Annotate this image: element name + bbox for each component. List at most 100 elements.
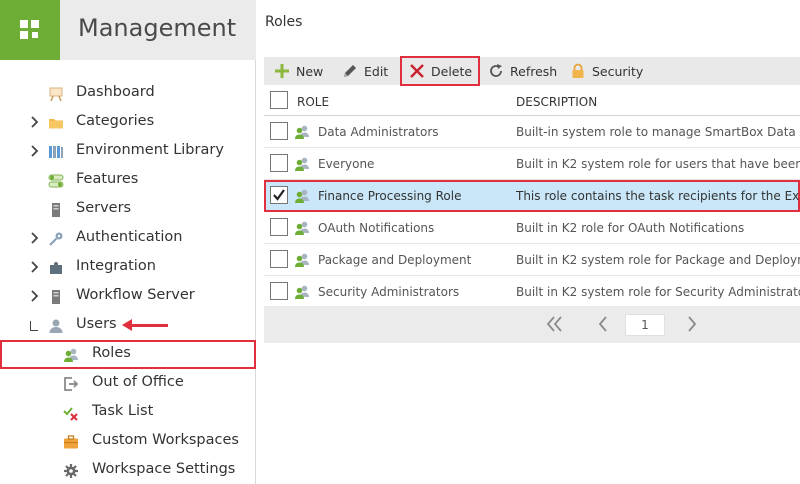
roles-icon [63,347,79,363]
app-title: Management [78,14,237,42]
gear-icon [63,463,79,479]
chevron-right-icon[interactable] [30,116,40,128]
role-description: Built-in system role to manage SmartBox … [516,125,800,139]
page-title: Roles [265,14,303,30]
table-row-selected[interactable]: Finance Processing Role This role contai… [264,180,800,212]
new-button[interactable]: New [274,57,323,85]
pencil-icon [342,63,358,79]
delete-button-label: Delete [431,63,473,79]
row-checkbox[interactable] [270,154,288,172]
role-description: Built in K2 system role for Security Adm… [516,285,800,299]
row-checkbox[interactable] [270,218,288,236]
chevron-right-icon[interactable] [30,145,40,157]
role-name: OAuth Notifications [318,221,435,235]
role-icon [294,124,310,140]
table-row[interactable]: Everyone Built in K2 system role for use… [264,148,800,180]
refresh-button-label: Refresh [510,63,558,79]
sidebar-item-label: Users [76,316,117,332]
role-icon [294,220,310,236]
column-header-description[interactable]: DESCRIPTION [516,95,597,109]
chevron-right-icon[interactable] [30,232,40,244]
app-header: Management [0,0,256,60]
toggle-icon [48,173,64,189]
delete-x-icon [409,63,425,79]
key-icon [48,231,64,247]
refresh-icon [488,63,504,79]
sidebar-item-task-list[interactable]: Task List [0,398,256,427]
refresh-button[interactable]: Refresh [488,57,557,85]
prev-page-icon[interactable] [597,315,609,337]
roles-table: ROLE DESCRIPTION Data Administrators Bui… [264,86,800,308]
sidebar-item-servers[interactable]: Servers [0,195,256,224]
left-panel: Management Dashboard Categories Environm… [0,0,256,484]
sidebar-item-label: Task List [92,403,154,419]
security-button[interactable]: Security [570,57,643,85]
sidebar-item-label: Integration [76,258,156,274]
server-icon [48,202,64,218]
pager: 1 [264,306,800,343]
table-row[interactable]: Data Administrators Built-in system role… [264,116,800,148]
role-description: This role contains the task recipients f… [516,189,800,203]
role-icon [294,252,310,268]
exit-icon [63,376,79,392]
table-row[interactable]: Security Administrators Built in K2 syst… [264,276,800,308]
sidebar-item-workflow-server[interactable]: Workflow Server [0,282,256,311]
main-panel: Roles New Edit Delete Refresh Security R… [257,0,800,484]
puzzle-icon [48,260,64,276]
role-description: Built in K2 role for OAuth Notifications [516,221,745,235]
security-button-label: Security [592,63,644,79]
sidebar-item-authentication[interactable]: Authentication [0,224,256,253]
role-name: Package and Deployment [318,253,472,267]
sidebar-item-workspace-settings[interactable]: Workspace Settings [0,456,256,484]
sidebar-item-users[interactable]: Users [0,311,256,340]
edit-button[interactable]: Edit [342,57,388,85]
sidebar-item-out-of-office[interactable]: Out of Office [0,369,256,398]
sidebar-item-features[interactable]: Features [0,166,256,195]
page-number[interactable]: 1 [625,314,665,336]
table-row[interactable]: OAuth Notifications Built in K2 role for… [264,212,800,244]
expanded-elbow-icon[interactable] [30,321,38,331]
row-checkbox[interactable] [270,282,288,300]
sidebar-item-label: Out of Office [92,374,184,390]
new-button-label: New [296,63,324,79]
table-row[interactable]: Package and Deployment Built in K2 syste… [264,244,800,276]
column-header-role[interactable]: ROLE [297,95,329,109]
grid-icon[interactable] [0,0,60,60]
easel-icon [48,86,64,102]
role-icon [294,284,310,300]
folder-icon [48,115,64,131]
role-name: Everyone [318,157,375,171]
first-page-icon[interactable] [545,315,565,337]
sidebar-item-dashboard[interactable]: Dashboard [0,79,256,108]
user-icon [48,318,64,334]
sidebar-item-categories[interactable]: Categories [0,108,256,137]
briefcase-icon [63,434,79,450]
chevron-right-icon[interactable] [30,290,40,302]
chevron-right-icon[interactable] [30,261,40,273]
lock-icon [570,63,586,79]
toolbar: New Edit Delete Refresh Security [264,56,800,86]
role-icon [294,156,310,172]
role-name: Security Administrators [318,285,460,299]
sidebar-item-environment-library[interactable]: Environment Library [0,137,256,166]
role-description: Built in K2 system role for users that h… [516,157,800,171]
sidebar-item-label: Workspace Settings [92,461,236,477]
table-header: ROLE DESCRIPTION [264,86,800,116]
row-checkbox[interactable] [270,122,288,140]
sidebar-nav: Dashboard Categories Environment Library… [0,79,256,484]
workflow-icon [48,289,64,305]
sidebar-item-integration[interactable]: Integration [0,253,256,282]
next-page-icon[interactable] [686,315,698,337]
delete-button[interactable]: Delete [400,56,480,86]
edit-button-label: Edit [364,63,389,79]
sidebar-item-roles[interactable]: Roles [0,340,256,369]
sidebar-item-label: Workflow Server [76,287,195,303]
plus-icon [274,63,290,79]
sidebar-item-custom-workspaces[interactable]: Custom Workspaces [0,427,256,456]
role-name: Finance Processing Role [318,189,462,203]
sidebar-item-label: Authentication [76,229,183,245]
row-checkbox-checked[interactable] [270,186,288,204]
sidebar-item-label: Servers [76,200,132,216]
select-all-checkbox[interactable] [270,91,288,109]
row-checkbox[interactable] [270,250,288,268]
